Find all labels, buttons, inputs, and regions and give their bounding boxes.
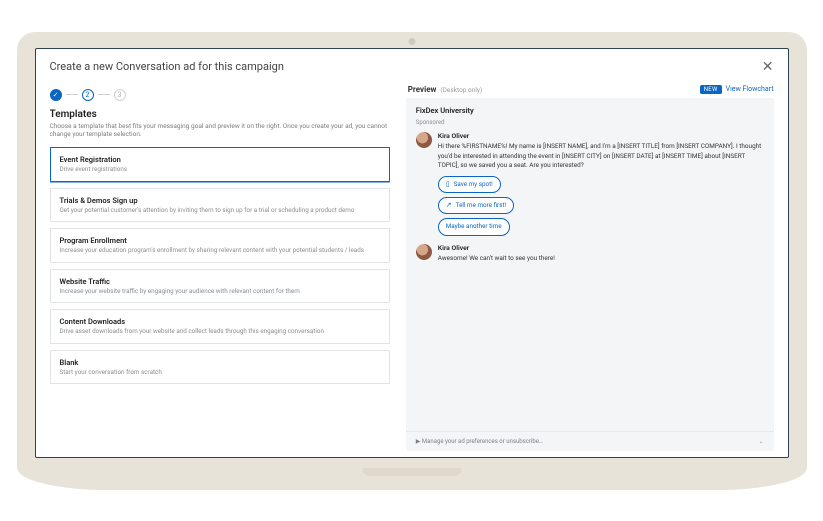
laptop-base <box>17 468 807 490</box>
cta-label: Tell me more first! <box>456 201 507 210</box>
dialog-header: Create a new Conversation ad for this ca… <box>36 49 788 85</box>
preview-column: Preview (Desktop only) NEW View Flowchar… <box>406 85 774 451</box>
step-3-next: 3 <box>114 89 126 101</box>
app-window: Create a new Conversation ad for this ca… <box>35 48 789 458</box>
laptop-notch <box>362 468 462 476</box>
template-desc: Increase your website traffic by engagin… <box>60 287 380 296</box>
cta-label: Maybe another time <box>446 222 502 231</box>
template-title: Blank <box>60 358 380 367</box>
preview-hint: (Desktop only) <box>440 86 482 94</box>
preview-pane: FixDex University Sponsored Kira Oliver … <box>406 98 774 451</box>
footer-text: Manage your ad preferences or unsubscrib… <box>422 438 543 445</box>
section-description: Choose a template that best fits your me… <box>50 122 390 140</box>
section-title: Templates <box>50 109 390 120</box>
laptop-frame: Create a new Conversation ad for this ca… <box>17 32 807 490</box>
cta-label: Save my spot! <box>454 180 493 189</box>
play-icon: ▶ <box>416 438 421 445</box>
step-indicator: 2 3 <box>50 89 390 101</box>
step-2-current: 2 <box>82 89 94 101</box>
laptop-screen-bezel: Create a new Conversation ad for this ca… <box>17 32 807 468</box>
message-text: Awesome! We can't wait to see you there! <box>438 254 764 263</box>
sender-name: Kira Oliver <box>438 132 764 142</box>
template-desc: Drive asset downloads from your website … <box>60 327 380 336</box>
preview-message-2: Kira Oliver Awesome! We can't wait to se… <box>406 242 774 270</box>
cta-maybe-another-time[interactable]: Maybe another time <box>438 218 510 235</box>
preview-brand: FixDex University <box>406 98 774 119</box>
step-line <box>98 94 110 95</box>
template-desc: Drive event registrations <box>60 165 380 174</box>
template-desc: Start your conversation from scratch <box>60 368 380 377</box>
template-card-event-registration[interactable]: Event Registration Drive event registrat… <box>50 147 390 182</box>
templates-column: 2 3 Templates Choose a template that bes… <box>50 85 390 451</box>
cta-tell-me-more[interactable]: ↗ Tell me more first! <box>438 197 514 214</box>
conversation-ad-dialog: Create a new Conversation ad for this ca… <box>36 49 788 457</box>
avatar-icon <box>416 244 432 260</box>
preview-message-1: Kira Oliver Hi there %FIRSTNAME%! My nam… <box>406 130 774 242</box>
template-list: Event Registration Drive event registrat… <box>50 147 390 384</box>
template-card-content-downloads[interactable]: Content Downloads Drive asset downloads … <box>50 309 390 344</box>
view-flowchart-link[interactable]: View Flowchart <box>726 85 774 93</box>
step-line <box>66 94 78 95</box>
sender-name: Kira Oliver <box>438 244 764 254</box>
template-title: Event Registration <box>60 155 380 164</box>
cta-save-spot[interactable]: ▯ Save my spot! <box>438 176 501 193</box>
preview-header: Preview (Desktop only) NEW View Flowchar… <box>408 85 774 94</box>
new-badge: NEW <box>700 85 722 94</box>
chevron-down-icon: ⌄ <box>758 438 763 445</box>
template-card-program-enrollment[interactable]: Program Enrollment Increase your educati… <box>50 228 390 263</box>
dialog-title: Create a new Conversation ad for this ca… <box>50 60 284 73</box>
step-3-number: 3 <box>118 91 122 99</box>
preview-label: Preview <box>408 85 437 94</box>
template-title: Website Traffic <box>60 277 380 286</box>
step-2-number: 2 <box>86 91 90 99</box>
camera-dot <box>408 38 415 45</box>
template-card-blank[interactable]: Blank Start your conversation from scrat… <box>50 350 390 385</box>
template-title: Content Downloads <box>60 317 380 326</box>
close-icon[interactable]: ✕ <box>762 59 774 75</box>
template-title: Trials & Demos Sign up <box>60 196 380 205</box>
template-desc: Get your potential customer's attention … <box>60 206 380 215</box>
avatar-icon <box>416 132 432 148</box>
template-desc: Increase your education program's enroll… <box>60 246 380 255</box>
step-1-complete-icon <box>50 89 62 101</box>
template-title: Program Enrollment <box>60 236 380 245</box>
preview-footer[interactable]: ▶ Manage your ad preferences or unsubscr… <box>406 431 774 451</box>
dialog-body: 2 3 Templates Choose a template that bes… <box>36 85 788 457</box>
template-card-website-traffic[interactable]: Website Traffic Increase your website tr… <box>50 269 390 304</box>
message-text: Hi there %FIRSTNAME%! My name is [INSERT… <box>438 142 764 170</box>
external-link-icon: ↗ <box>446 202 452 209</box>
template-card-trials-demos[interactable]: Trials & Demos Sign up Get your potentia… <box>50 188 390 223</box>
cta-group: ▯ Save my spot! ↗ Tell me more first! <box>438 176 764 235</box>
bookmark-icon: ▯ <box>446 181 450 188</box>
sponsored-label: Sponsored <box>406 119 774 130</box>
